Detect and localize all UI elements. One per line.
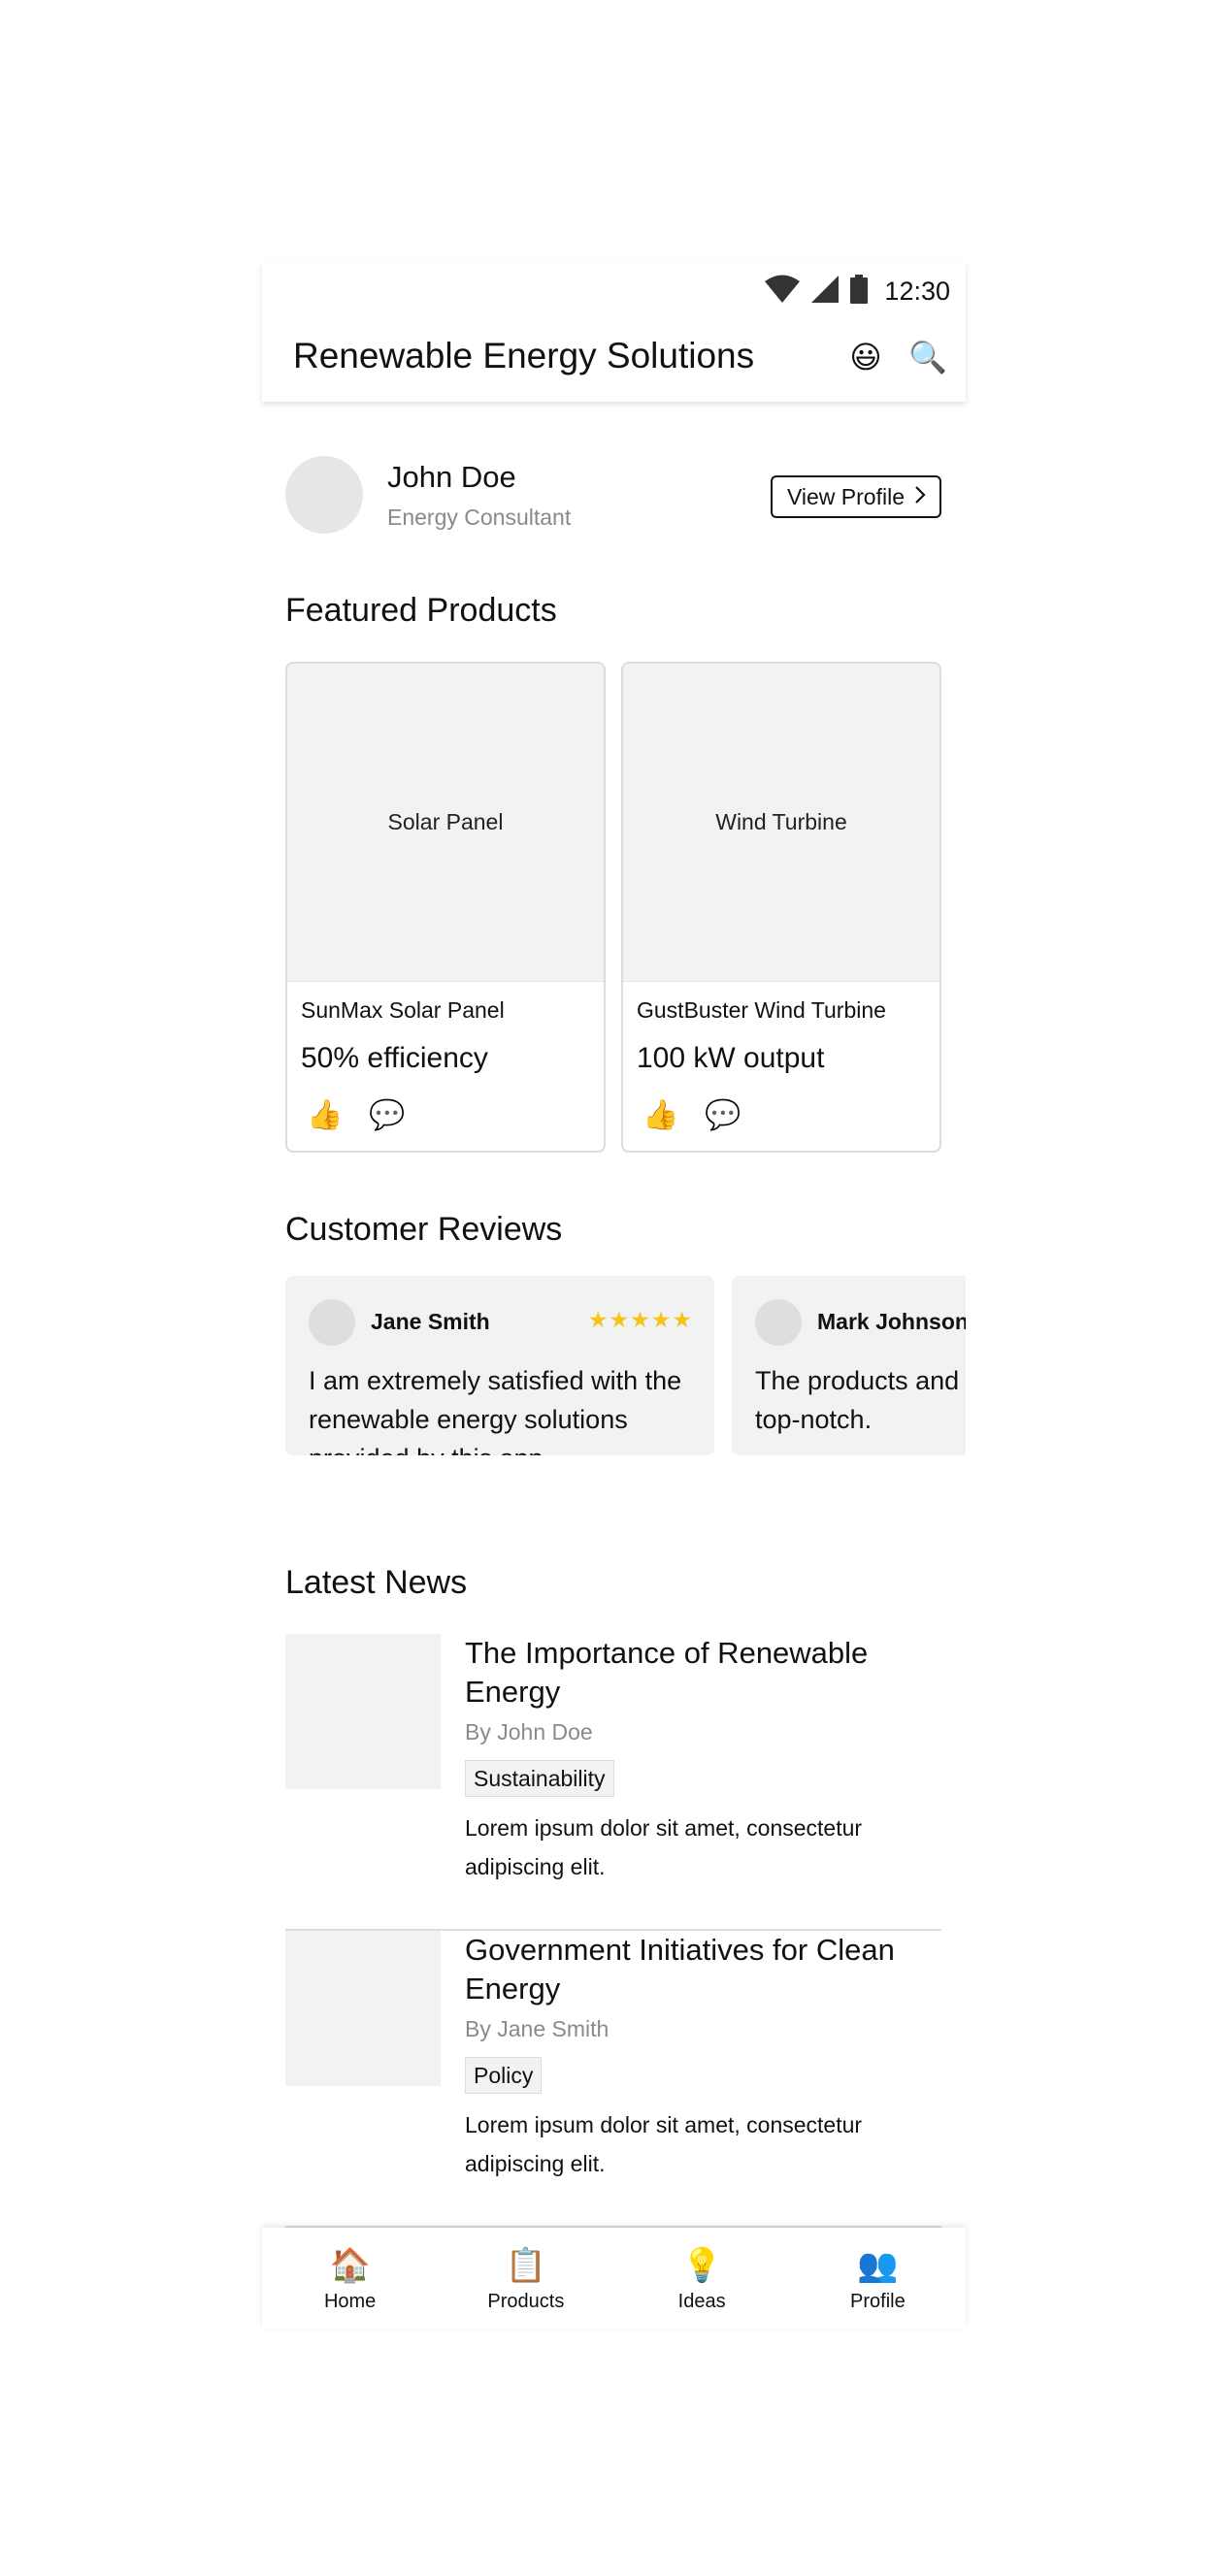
product-card[interactable]: Solar Panel SunMax Solar Panel 50% effic… [285,662,606,1153]
nav-label: Home [323,2290,377,2312]
avatar [755,1299,802,1346]
nav-label: Ideas [677,2290,726,2312]
home-icon: 🏠 [329,2246,371,2284]
reviewer-name: Jane Smith [371,1309,490,1334]
clipboard-icon: 📋 [505,2246,547,2284]
product-image: Wind Turbine [623,664,939,982]
chevron-right-icon [914,484,926,510]
news-author: By John Doe [465,1719,593,1745]
nav-label: Products [487,2290,565,2312]
nav-home[interactable]: 🏠 Home [262,2228,438,2329]
news-excerpt: Lorem ipsum dolor sit amet, consectetur … [465,1815,863,1879]
reviews-carousel[interactable]: Jane Smith ★★★★★ I am extremely satisfie… [285,1276,966,1455]
battery-icon [849,274,869,309]
news-thumbnail [285,1634,441,1789]
search-icon[interactable]: 🔍 [906,336,949,378]
thumbs-up-icon[interactable]: 👍 [642,1096,678,1135]
product-name: SunMax Solar Panel [301,997,505,1023]
nav-profile[interactable]: 👥 Profile [790,2228,966,2329]
status-time: 12:30 [884,276,950,306]
lightbulb-icon: 💡 [680,2246,723,2284]
review-card: Jane Smith ★★★★★ I am extremely satisfie… [285,1276,714,1455]
bottom-navigation: 🏠 Home 📋 Products 💡 Ideas 👥 Profile [262,2228,966,2329]
featured-products-list: Solar Panel SunMax Solar Panel 50% effic… [285,662,941,1153]
star-rating: ★★★★★ [587,1307,693,1332]
status-bar: 12:30 [764,270,950,312]
nav-ideas[interactable]: 💡 Ideas [614,2228,790,2329]
latest-news-heading: Latest News [285,1564,468,1601]
profile-role: Energy Consultant [387,505,572,530]
app-screen: 12:30 Renewable Energy Solutions 😃 🔍 Joh… [262,262,966,2329]
customer-reviews-heading: Customer Reviews [285,1211,563,1248]
app-title: Renewable Energy Solutions [293,336,755,375]
nav-products[interactable]: 📋 Products [438,2228,613,2329]
product-name: GustBuster Wind Turbine [637,997,886,1023]
wifi-icon [764,275,801,309]
news-author: By Jane Smith [465,2016,610,2041]
news-title: Government Initiatives for Clean Energy [465,1933,895,2005]
view-profile-button[interactable]: View Profile [770,475,941,518]
news-item[interactable]: The Importance of Renewable Energy By Jo… [285,1634,941,1931]
news-thumbnail [285,1931,441,2086]
news-item[interactable]: Government Initiatives for Clean Energy … [285,1931,941,2228]
news-title: The Importance of Renewable Energy [465,1636,869,1709]
news-tag: Sustainability [465,1760,614,1797]
comment-icon[interactable]: 💬 [705,1096,741,1135]
featured-products-heading: Featured Products [285,592,557,629]
profile-name: John Doe [387,460,516,494]
product-spec: 50% efficiency [301,1042,488,1074]
avatar [285,456,363,534]
product-spec: 100 kW output [637,1042,825,1074]
review-card: Mark Johnson The products and services o… [732,1276,966,1455]
signal-icon [810,275,840,309]
thumbs-up-icon[interactable]: 👍 [307,1096,343,1135]
product-card[interactable]: Wind Turbine GustBuster Wind Turbine 100… [621,662,941,1153]
view-profile-label: View Profile [786,483,905,509]
nav-label: Profile [850,2290,906,2312]
news-excerpt: Lorem ipsum dolor sit amet, consectetur … [465,2112,863,2176]
product-image: Solar Panel [287,664,604,982]
avatar [309,1299,355,1346]
people-icon: 👥 [857,2246,899,2284]
smiley-icon[interactable]: 😃 [844,336,887,378]
profile-summary: John Doe Energy Consultant View Profile [285,456,941,536]
reviewer-name: Mark Johnson [817,1309,966,1334]
review-text: The products and services offered here a… [755,1366,966,1434]
review-text: I am extremely satisfied with the renewa… [309,1366,682,1455]
comment-icon[interactable]: 💬 [369,1096,405,1135]
news-tag: Policy [465,2057,543,2094]
app-bar: 12:30 Renewable Energy Solutions 😃 🔍 [262,262,966,402]
